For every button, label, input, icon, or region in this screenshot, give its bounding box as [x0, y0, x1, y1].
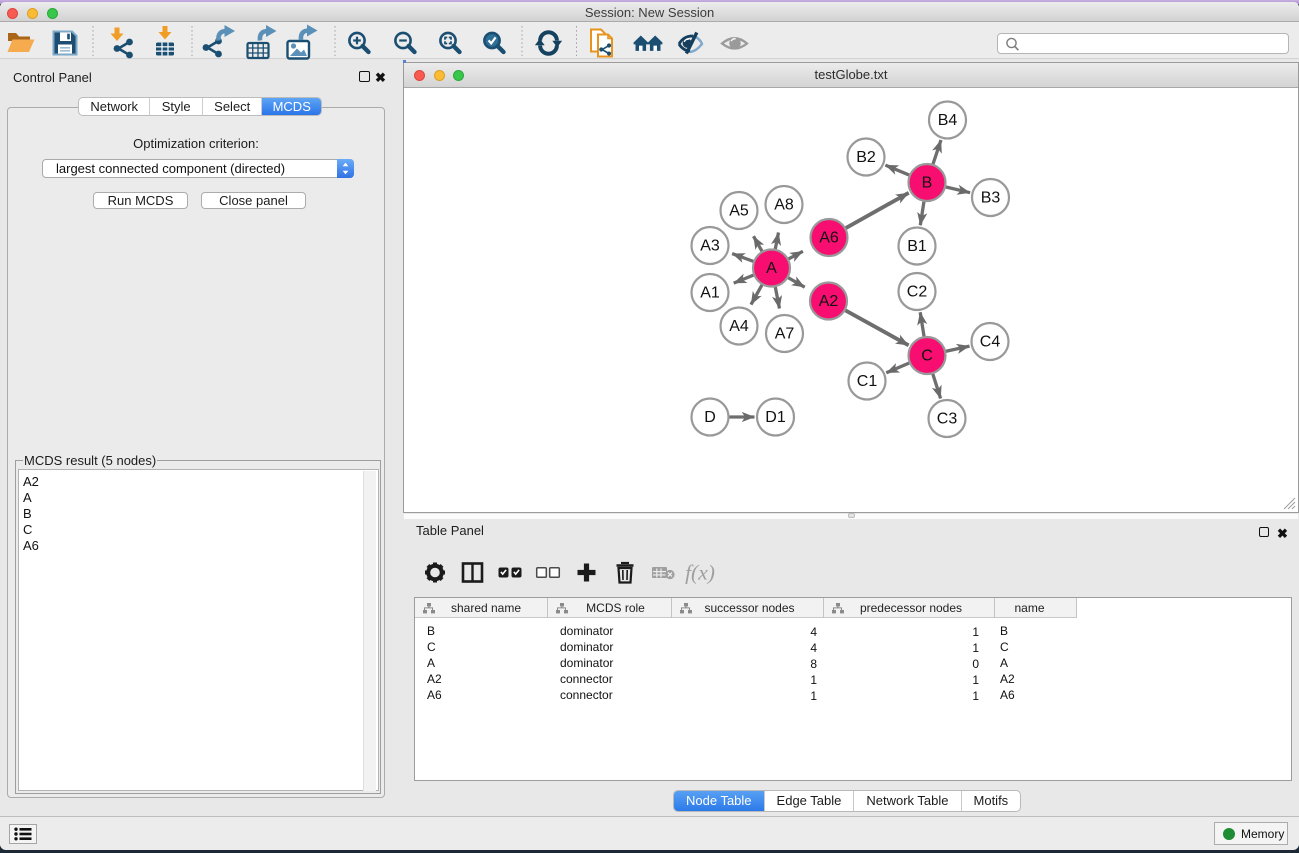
svg-text:A6: A6 — [819, 230, 839, 247]
svg-text:C1: C1 — [857, 373, 878, 390]
svg-text:B2: B2 — [856, 149, 876, 166]
svg-text:D1: D1 — [765, 409, 786, 426]
svg-text:A3: A3 — [700, 238, 720, 255]
svg-text:A2: A2 — [819, 293, 839, 310]
svg-text:B4: B4 — [938, 112, 958, 129]
svg-text:A7: A7 — [775, 326, 795, 343]
svg-text:C2: C2 — [907, 284, 928, 301]
svg-text:D: D — [704, 409, 716, 426]
svg-text:A5: A5 — [729, 203, 749, 220]
svg-text:A: A — [766, 260, 777, 277]
svg-text:C4: C4 — [980, 334, 1001, 351]
svg-text:B1: B1 — [907, 238, 927, 255]
svg-text:B3: B3 — [981, 190, 1001, 207]
svg-text:A4: A4 — [729, 318, 749, 335]
svg-text:A8: A8 — [774, 197, 794, 214]
svg-text:B: B — [922, 175, 933, 192]
svg-text:C: C — [921, 348, 933, 365]
svg-text:C3: C3 — [937, 411, 958, 428]
svg-text:f(x): f(x) — [685, 561, 715, 585]
svg-text:A1: A1 — [700, 285, 720, 302]
